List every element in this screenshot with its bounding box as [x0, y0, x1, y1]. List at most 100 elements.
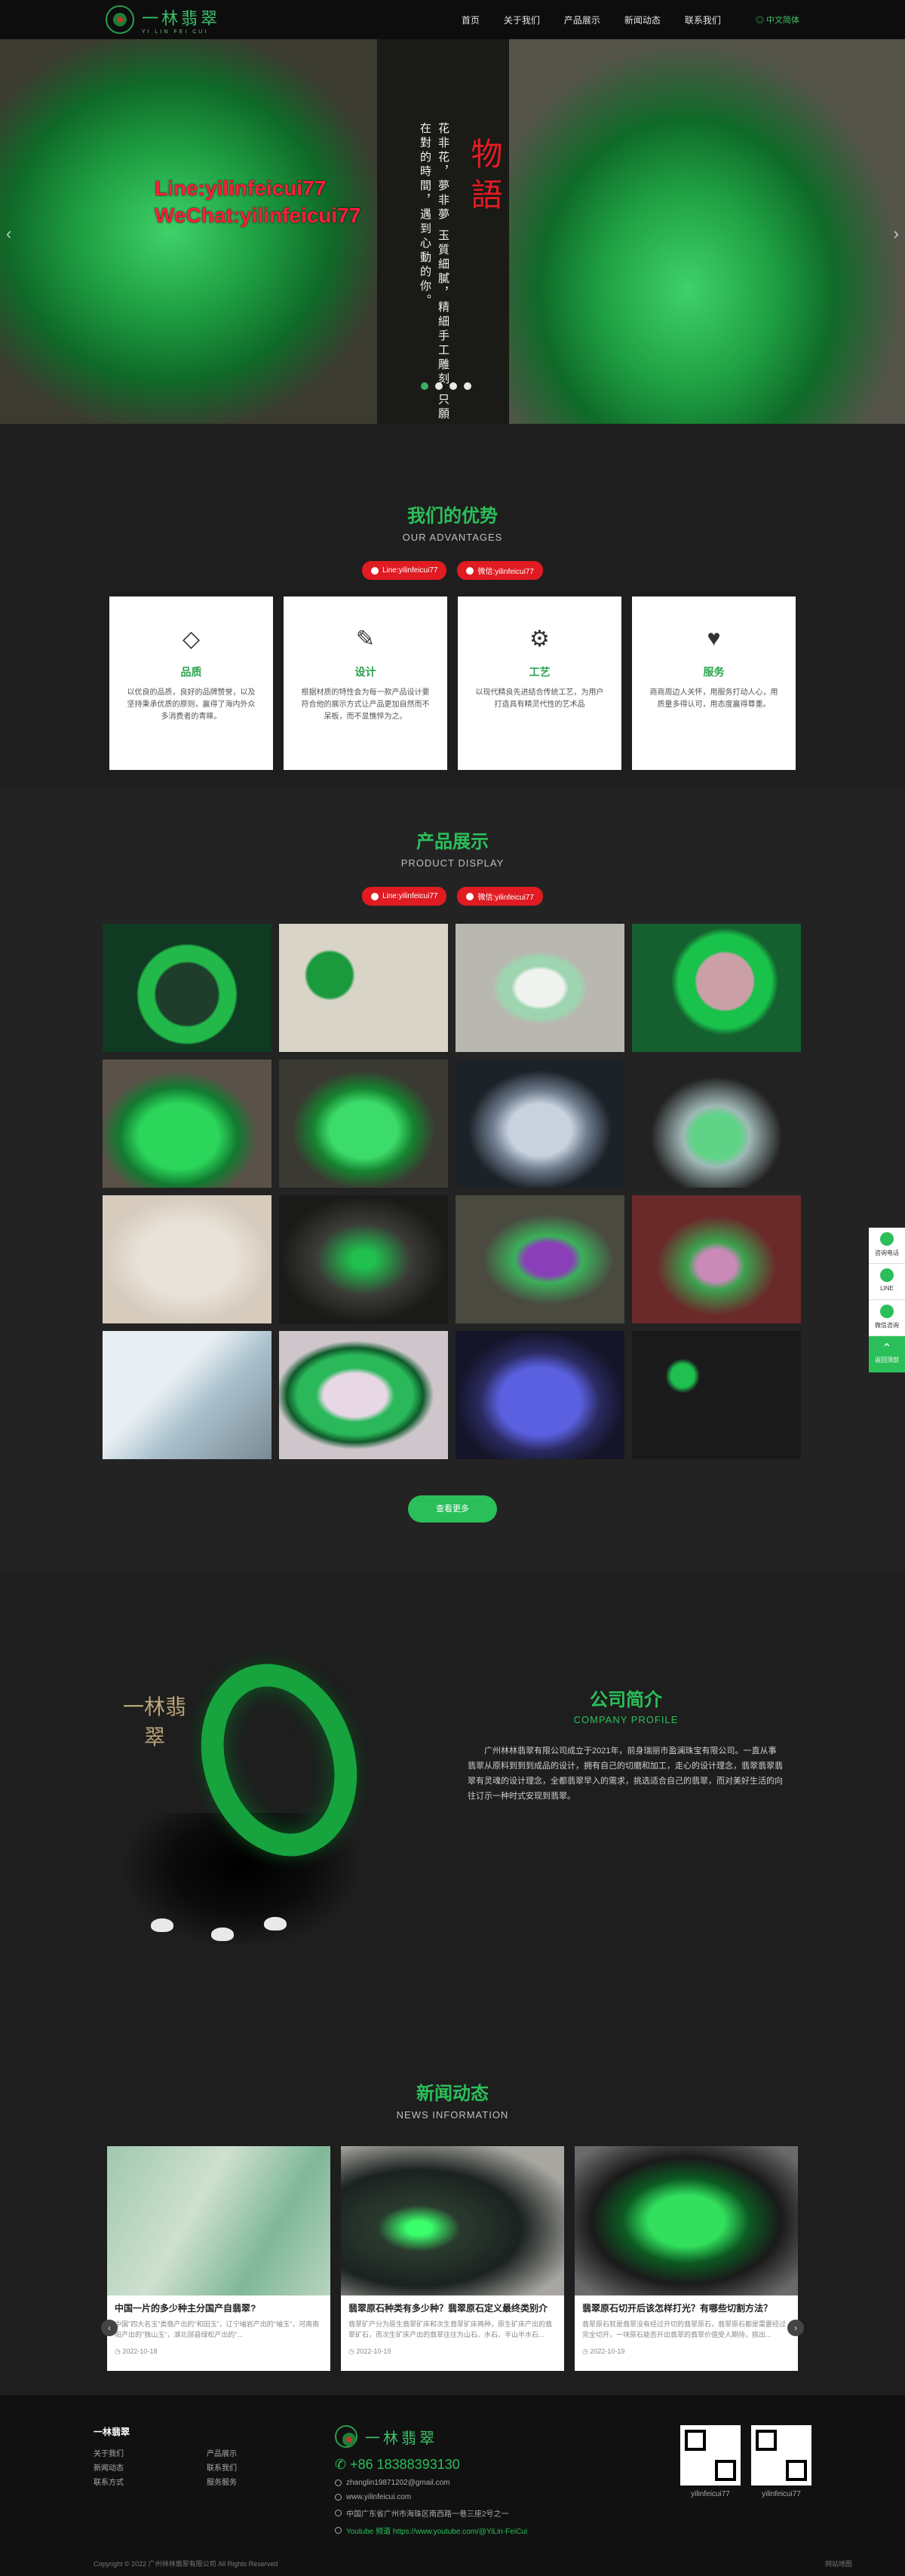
footer-link[interactable]: 产品展示 — [207, 2447, 320, 2458]
gears-icon: ⚙ — [529, 626, 550, 652]
nav-item-contact[interactable]: 联系我们 — [685, 14, 721, 26]
news-date-text: 2022-10-19 — [356, 2348, 391, 2355]
news-image-jade-slab — [107, 2146, 330, 2295]
carousel-dot[interactable] — [421, 382, 428, 390]
news-image-rough-stone — [341, 2146, 564, 2295]
footer-link[interactable]: 服务服务 — [207, 2476, 320, 2487]
news-section: 新闻动态 NEWS INFORMATION ‹ › 中国一片的多少种主分国产自翡… — [0, 2003, 905, 2395]
lotus-decoration — [264, 1917, 287, 1930]
footer-link[interactable]: 联系我们 — [207, 2461, 320, 2473]
product-image-ice-buddha[interactable] — [456, 1060, 624, 1188]
news-card[interactable]: 翡翠原石切开后该怎样打光？有哪些切割方法？ 翡翠原石就是翡翠没有经过开切的翡翠原… — [575, 2146, 798, 2371]
footer-website[interactable]: www.yilinfeicui.com — [335, 2493, 606, 2501]
product-image-ice-pendant[interactable] — [632, 1060, 801, 1188]
hero-jade-pendant-image — [0, 39, 377, 424]
news-card[interactable]: 中国一片的多少种主分国产自翡翠? 中国"四大名玉"类翡产出的"和田玉"，辽宁岫岩… — [107, 2146, 330, 2371]
product-image-bead-necklace[interactable] — [103, 1195, 272, 1323]
main-nav: 首页 关于我们 产品展示 新闻动态 联系我们 ◎ 中文简体 — [462, 14, 799, 26]
sitemap-link[interactable]: 网站地图 — [825, 2559, 852, 2568]
view-more-button[interactable]: 查看更多 — [408, 1495, 497, 1523]
hero-watermark: Line:yilinfeicui77 WeChat:yilinfeicui77 — [155, 175, 360, 229]
advantages-section: 我们的优势 OUR ADVANTAGES Line:yilinfeicui77 … — [0, 424, 905, 787]
product-image-jade-buddha[interactable] — [103, 1060, 272, 1188]
product-image-jade-bracelet-wrist[interactable] — [632, 1195, 801, 1323]
phone-icon — [880, 1232, 894, 1246]
hero-next-arrow-icon[interactable]: › — [894, 224, 899, 244]
footer-link[interactable]: 联系方式 — [94, 2476, 207, 2487]
advantage-desc: 商商周边人关怀，用服务打动人心，用质量多得认可，用态度赢得尊重。 — [649, 688, 778, 709]
watermark-line: Line:yilinfeicui77 — [155, 176, 327, 200]
product-image-ice-plates[interactable] — [103, 1331, 272, 1459]
news-date-text: 2022-10-18 — [122, 2348, 158, 2355]
footer-address: 中国广东省广州市海珠区南西路一巷三座2号之一 — [335, 2507, 606, 2519]
advantage-cards: ◇ 品质 以优良的品质，良好的品牌赞誉，以及坚持秉承优质的原则，赢得了海内外众多… — [0, 596, 905, 770]
wechat-icon — [466, 892, 474, 900]
side-phone-button[interactable]: 咨询电话 — [869, 1228, 905, 1264]
nav-item-news[interactable]: 新闻动态 — [624, 14, 661, 26]
logo-emblem-icon — [106, 5, 134, 34]
advantages-title: 我们的优势 — [407, 506, 498, 526]
line-tag[interactable]: Line:yilinfeicui77 — [362, 887, 447, 906]
news-next-arrow-icon[interactable]: › — [787, 2320, 804, 2336]
product-image-beads-buddha[interactable] — [279, 1195, 448, 1323]
footer-links: 一林翡翠 关于我们 产品展示 新闻动态 联系我们 联系方式 服务服务 — [94, 2425, 320, 2536]
product-image-jade-guanyin[interactable] — [279, 1060, 448, 1188]
company-title: 公司简介 — [590, 1690, 662, 1710]
brand-logo[interactable]: 一林翡翠 YI LIN FEI CUI — [106, 5, 220, 35]
company-profile: 公司简介 COMPANY PROFILE 广州林林翡翠有限公司成立于2021年，… — [468, 1685, 784, 1804]
product-image-jade-earrings[interactable] — [632, 1331, 801, 1459]
qr-code-wechat: yilinfeicui77 — [751, 2425, 811, 2536]
footer-youtube[interactable]: Youtube 频道 https://www.youtube.com/@YiLi… — [335, 2525, 606, 2536]
product-grid — [103, 924, 802, 1459]
wechat-tag-label: 微信:yilinfeicui77 — [477, 568, 534, 576]
product-image-green-bangle-pink[interactable] — [632, 924, 801, 1052]
news-summary: 中国"四大名玉"类翡产出的"和田玉"，辽宁岫岩产出的"岫玉"，河南南阳产出的"独… — [115, 2320, 320, 2338]
heart-hand-icon: ♥ — [707, 626, 721, 651]
side-label: LINE — [880, 1285, 894, 1292]
hero-prev-arrow-icon[interactable]: ‹ — [6, 224, 11, 244]
news-date-text: 2022-10-19 — [590, 2348, 625, 2355]
advantage-card-design: ✎ 设计 根据材质的特性会为每一款产品设计要符合他的展示方式让产品更加自然而不呆… — [284, 596, 447, 770]
side-wechat-button[interactable]: 微信咨询 — [869, 1300, 905, 1336]
nav-item-home[interactable]: 首页 — [462, 14, 480, 26]
lotus-decoration — [151, 1918, 173, 1932]
advantage-desc: 根据材质的特性会为每一款产品设计要符合他的展示方式让产品更加自然而不呆板，而不显… — [301, 688, 430, 721]
product-image-purple-bracelet[interactable] — [456, 1195, 624, 1323]
line-tag[interactable]: Line:yilinfeicui77 — [362, 561, 447, 580]
carousel-dot[interactable] — [464, 382, 471, 390]
product-image-green-bangle[interactable] — [103, 924, 272, 1052]
footer-brand-name: 一林翡翠 — [365, 2428, 437, 2447]
qr-label: yilinfeicui77 — [762, 2490, 801, 2498]
nav-item-about[interactable]: 关于我们 — [504, 14, 540, 26]
watermark-wechat: WeChat:yilinfeicui77 — [155, 204, 361, 227]
footer-phone[interactable]: ✆ +86 18388393130 — [335, 2457, 606, 2473]
product-image-green-bangles-set[interactable] — [279, 924, 448, 1052]
advantage-card-quality: ◇ 品质 以优良的品质，良好的品牌赞誉，以及坚持秉承优质的原则，赢得了海内外众多… — [109, 596, 273, 770]
advantage-card-service: ♥ 服务 商商周边人关怀，用服务打动人心，用质量多得认可，用态度赢得尊重。 — [632, 596, 796, 770]
footer-link[interactable]: 新闻动态 — [94, 2461, 207, 2473]
advantage-title: 品质 — [180, 666, 202, 678]
news-title: 翡翠原石种类有多少种？翡翠原石定义最终类别介 — [348, 2303, 548, 2314]
product-image-blue-bowl[interactable] — [456, 1331, 624, 1459]
footer-link[interactable]: 关于我们 — [94, 2447, 207, 2458]
carousel-dot[interactable] — [435, 382, 443, 390]
back-to-top-button[interactable]: ⌃ 返回顶部 — [869, 1336, 905, 1372]
hero-jade-buddha-image — [509, 39, 905, 424]
side-label: 微信咨询 — [875, 1322, 899, 1329]
wechat-tag[interactable]: 微信:yilinfeicui77 — [457, 887, 543, 906]
qr-code-image — [751, 2425, 811, 2486]
footer-address-text: 中国广东省广州市海珠区南西路一巷三座2号之一 — [346, 2510, 509, 2519]
chevron-up-icon: ⌃ — [882, 1342, 892, 1355]
wechat-tag[interactable]: 微信:yilinfeicui77 — [457, 561, 543, 580]
advantage-card-craft: ⚙ 工艺 以现代精良先进结合传统工艺，为用户打造具有精灵代性的艺术品 — [458, 596, 621, 770]
nav-item-products[interactable]: 产品展示 — [564, 14, 600, 26]
language-selector[interactable]: ◎ 中文简体 — [756, 14, 799, 26]
product-image-white-bangle[interactable] — [456, 924, 624, 1052]
product-image-green-ring[interactable] — [279, 1331, 448, 1459]
company-description: 广州林林翡翠有限公司成立于2021年，前身瑞丽市盈澜珠宝有限公司。一直从事翡翠从… — [468, 1746, 783, 1801]
news-card[interactable]: 翡翠原石种类有多少种？翡翠原石定义最终类别介 翡翠矿产分为原生翡翠矿床和次生翡翠… — [341, 2146, 564, 2371]
side-line-button[interactable]: LINE — [869, 1264, 905, 1300]
carousel-dot[interactable] — [449, 382, 457, 390]
news-prev-arrow-icon[interactable]: ‹ — [101, 2320, 118, 2336]
footer-email[interactable]: zhanglin19871202@gmail.com — [335, 2479, 606, 2487]
